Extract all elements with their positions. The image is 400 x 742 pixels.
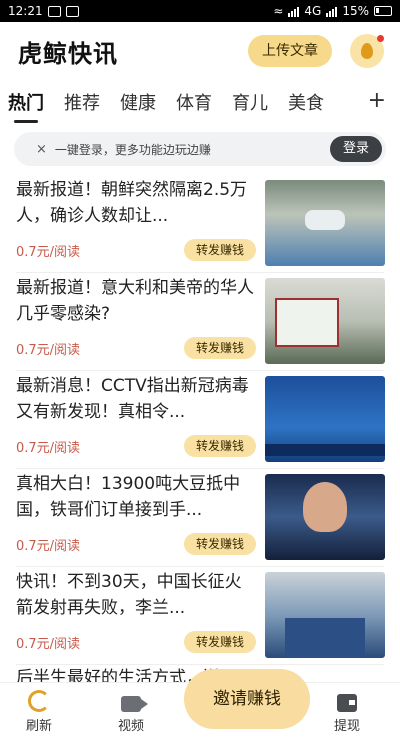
tab-hot[interactable]: 热门 (8, 89, 44, 123)
nav-refresh-label: 刷新 (26, 719, 53, 734)
news-item[interactable]: 快讯！不到30天，中国长征火箭发射再失败，李兰... 0.7元/阅读 转发赚钱 (0, 567, 400, 665)
nav-withdraw-label: 提现 (334, 719, 361, 734)
battery-percent: 15% (342, 4, 369, 18)
app-title: 虎鲸快讯 (18, 39, 118, 68)
nav-video-label: 视频 (118, 719, 145, 734)
fire-reward-button[interactable] (350, 34, 384, 68)
news-title: 快讯！不到30天，中国长征火箭发射再失败，李兰... (16, 572, 242, 618)
signal-icon (288, 6, 300, 17)
nav-refresh[interactable]: 刷新 (26, 690, 52, 734)
tab-health[interactable]: 健康 (120, 89, 156, 115)
flame-icon (361, 43, 373, 59)
battery-icon (374, 6, 392, 16)
read-price: 0.7元/阅读 (16, 637, 81, 652)
network-type: 4G (304, 4, 322, 18)
nav-video[interactable]: 视频 (118, 692, 148, 734)
status-bar: 12:21 ≈ 4G 15% (0, 0, 400, 22)
bottom-nav: 刷新 视频 邀请赚钱 提现 (0, 669, 400, 742)
news-title: 真相大白！13900吨大豆抵中国，铁哥们订单接到手... (16, 474, 241, 520)
share-earn-button[interactable]: 转发赚钱 (184, 239, 256, 261)
video-camera-icon (121, 696, 148, 712)
wallet-icon (337, 694, 357, 712)
read-price: 0.7元/阅读 (16, 441, 81, 456)
read-price: 0.7元/阅读 (16, 245, 81, 260)
news-thumbnail (265, 474, 385, 560)
news-title: 最新报道！意大利和美帝的华人几乎零感染? (16, 278, 254, 324)
news-feed: 最新报道！朝鲜突然隔离2.5万人，确诊人数却让... 0.7元/阅读 转发赚钱 … (0, 175, 400, 685)
news-item[interactable]: 真相大白！13900吨大豆抵中国，铁哥们订单接到手... 0.7元/阅读 转发赚… (0, 469, 400, 567)
gallery-icon (47, 5, 61, 17)
login-prompt-text: 一键登录，更多功能边玩边赚 (54, 142, 211, 157)
tab-recommend[interactable]: 推荐 (64, 89, 100, 115)
read-price: 0.7元/阅读 (16, 539, 81, 554)
read-price: 0.7元/阅读 (16, 343, 81, 358)
app-header: 虎鲸快讯 上传文章 (0, 22, 400, 80)
news-thumbnail (265, 180, 385, 266)
refresh-icon (28, 690, 50, 712)
notification-dot (377, 35, 384, 42)
tab-parenting[interactable]: 育儿 (232, 89, 268, 115)
share-earn-button[interactable]: 转发赚钱 (184, 533, 256, 555)
share-earn-button[interactable]: 转发赚钱 (184, 337, 256, 359)
tab-sports[interactable]: 体育 (176, 89, 212, 115)
notification-icon (65, 5, 79, 17)
share-earn-button[interactable]: 转发赚钱 (184, 435, 256, 457)
news-title: 最新消息！CCTV指出新冠病毒又有新发现！真相令... (16, 376, 249, 422)
news-thumbnail (265, 278, 385, 364)
login-banner: × 一键登录，更多功能边玩边赚 登录 (14, 132, 386, 166)
news-item[interactable]: 最新消息！CCTV指出新冠病毒又有新发现！真相令... 0.7元/阅读 转发赚钱 (0, 371, 400, 469)
share-earn-button[interactable]: 转发赚钱 (184, 631, 256, 653)
upload-article-button[interactable]: 上传文章 (248, 35, 332, 67)
add-tab-icon[interactable]: + (368, 88, 386, 113)
news-thumbnail (265, 572, 385, 658)
close-icon[interactable]: × (36, 142, 47, 157)
news-thumbnail (265, 376, 385, 462)
news-item[interactable]: 最新报道！意大利和美帝的华人几乎零感染? 0.7元/阅读 转发赚钱 (0, 273, 400, 371)
nav-withdraw[interactable]: 提现 (334, 692, 360, 734)
news-item[interactable]: 最新报道！朝鲜突然隔离2.5万人，确诊人数却让... 0.7元/阅读 转发赚钱 (0, 175, 400, 273)
status-time: 12:21 (8, 4, 43, 18)
category-tabs: 热门 推荐 健康 体育 育儿 美食 + (0, 80, 400, 124)
invite-earn-button[interactable]: 邀请赚钱 (184, 669, 310, 729)
news-title: 最新报道！朝鲜突然隔离2.5万人，确诊人数却让... (16, 180, 248, 226)
login-button[interactable]: 登录 (329, 136, 382, 162)
tab-food[interactable]: 美食 (288, 89, 324, 115)
wifi-icon: ≈ (273, 4, 284, 18)
signal-icon-2 (326, 6, 338, 17)
